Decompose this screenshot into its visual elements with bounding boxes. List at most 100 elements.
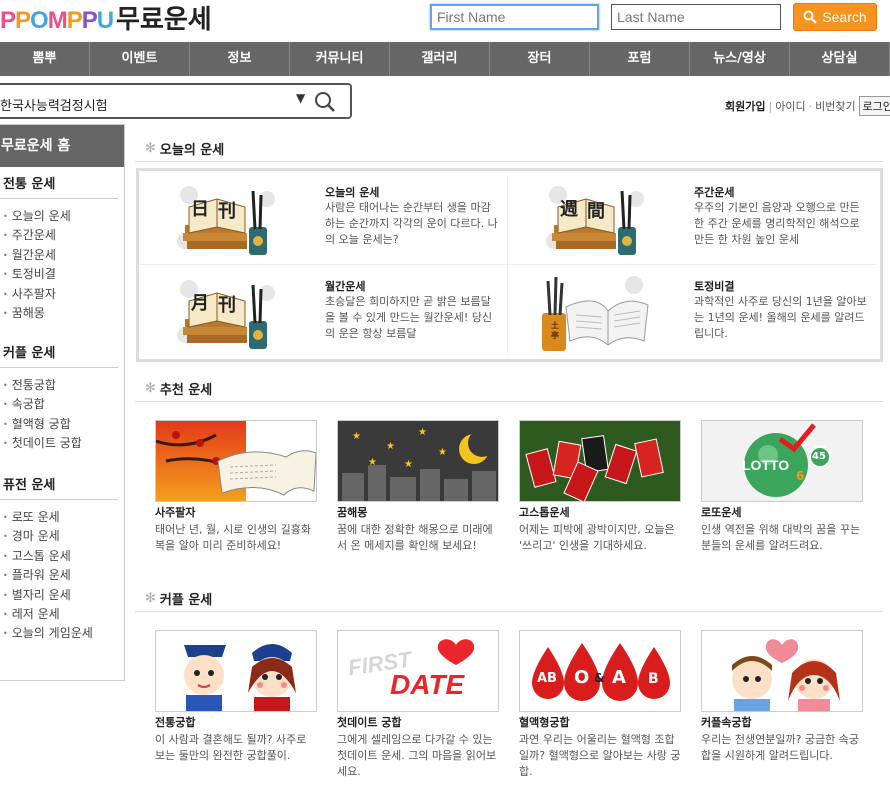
fortune-title[interactable]: 주간운세 [694,184,734,200]
traditional-couple-illustration [156,631,316,711]
blood-label-ab: AB [537,671,557,686]
char-2: 刊 [218,295,236,316]
card-title[interactable]: 첫데이트 궁합 [337,715,499,731]
nav-item-counsel[interactable]: 상담실 [790,42,890,76]
sidebar-item[interactable]: 고스톱 운세 [0,547,124,566]
fortune-desc: 과학적인 사주로 당신의 1년을 알아보는 1년의 운세! 올해의 운세를 알려… [694,295,867,340]
card-dream[interactable]: ★ ★ ★ ★ ★ ★ 꿈해몽 꿈에 대한 정확한 해몽으로 미래에서 온 메세지를 확인… [337,420,499,554]
nav-item-event[interactable]: 이벤트 [90,42,190,76]
first-date-thumbnail[interactable]: FIRST DATE [337,630,499,712]
join-link[interactable]: 회원가입 [725,98,765,114]
fortune-title[interactable]: 월간운세 [325,278,365,294]
lotto-number: 6 [796,469,805,483]
card-desc: 우리는 천생연분일까? 궁금한 속궁합을 시원하게 알려드립니다. [701,733,860,762]
search-button[interactable]: Search [793,3,877,31]
couple-match-thumbnail[interactable] [701,630,863,712]
sidebar-item[interactable]: 속궁합 [0,395,124,414]
fortune-item-weekly[interactable]: 週 間 주간운세 우주의 기본인 음양과 오행으로 만든 한 주간 운세를 명리… [508,171,877,265]
nav-item-news[interactable]: 뉴스/영상 [690,42,790,76]
fortune-title[interactable]: 토정비결 [694,278,734,294]
page-title[interactable]: 무료운세 [116,4,212,36]
card-couple-match[interactable]: 커플속궁합 우리는 천생연분일까? 궁금한 속궁합을 시원하게 알려드립니다. [701,630,863,764]
sidebar-item[interactable]: 주간운세 [0,226,124,245]
char-2: 亭 [551,331,559,340]
snowflake-icon: ✻ [145,141,156,156]
card-gostop[interactable]: 고스톱운세 어제는 피박에 광박이지만, 오늘은 '쓰리고' 인생을 기대하세요… [519,420,681,554]
fortune-desc: 초승달은 희미하지만 곧 밝은 보름달을 볼 수 있게 만드는 월간운세! 당신… [325,295,493,340]
nav-item-forum[interactable]: 포럼 [590,42,690,76]
lotto-thumbnail[interactable]: LOTTO 6 45 [701,420,863,502]
fortune-item-tojeong[interactable]: 土 亭 토정비결 과학적인 사주로 당신의 1년을 알아보는 1년의 운세! 올… [508,265,877,359]
blood-label-and: & [594,671,605,685]
section-header-recommend: ✻ 추천 운세 [135,376,883,402]
section-header-today: ✻ 오늘의 운세 [135,136,883,162]
sidebar-item[interactable]: 로또 운세 [0,508,124,527]
today-fortune-box: 日 刊 오늘의 운세 사람은 태어나는 순간부터 생을 마감하는 순간까지 각각… [136,168,883,362]
dream-thumbnail[interactable]: ★ ★ ★ ★ ★ ★ [337,420,499,502]
open-book-brush-illustration [542,276,649,351]
card-title[interactable]: 사주팔자 [155,505,317,521]
find-id-link[interactable]: 아이디 [775,98,805,114]
sidebar-item[interactable]: 첫데이트 궁합 [0,434,124,453]
first-name-input[interactable] [430,4,599,30]
card-title[interactable]: 혈액형궁합 [519,715,681,731]
date-text: DATE [390,669,465,700]
sidebar-item[interactable]: 오늘의 운세 [0,207,124,226]
svg-text:★: ★ [438,447,447,458]
dropdown-arrow-icon[interactable]: ▼ [296,91,305,105]
nav-item-market[interactable]: 장터 [490,42,590,76]
card-lotto[interactable]: LOTTO 6 45 로또운세 인생 역전을 위해 대박의 꿈을 꾸는 분들의 … [701,420,863,554]
sidebar-section-title: 퓨전 운세 [0,473,118,500]
card-title[interactable]: 전통궁합 [155,715,317,731]
saju-thumbnail[interactable] [155,420,317,502]
login-button[interactable]: 로그인 [858,96,890,116]
member-links: 회원가입 | 아이디 · 비번찾기 로그인 [725,96,890,116]
fortune-title[interactable]: 오늘의 운세 [325,184,379,200]
fortune-item-daily[interactable]: 日 刊 오늘의 운세 사람은 태어나는 순간부터 생을 마감하는 순간까지 각각… [139,171,508,265]
sidebar-home[interactable]: 무료운세 홈 [0,125,124,167]
ppomppu-logo[interactable]: PPOMPPU [0,6,115,36]
sidebar-item[interactable]: 월간운세 [0,246,124,265]
blood-label-o: O [574,667,590,688]
card-title[interactable]: 로또운세 [701,505,863,521]
sidebar-section-fusion: 퓨전 운세 로또 운세 경마 운세 고스톱 운세 플라워 운세 별자리 운세 레… [0,473,124,644]
card-first-date[interactable]: FIRST DATE 첫데이트 궁합 그에게 셀레임으로 다가갈 수 있는 첫데… [337,630,499,780]
card-desc: 꿈에 대한 정확한 해몽으로 미래에서 온 메세지를 확인해 보세요! [337,523,493,552]
find-password-link[interactable]: 비번찾기 [815,98,855,114]
nav-item-community[interactable]: 커뮤니티 [290,42,390,76]
sidebar-item[interactable]: 별자리 운세 [0,586,124,605]
nav-item-ppomppu[interactable]: 뽐뿌 [0,42,90,76]
sidebar-item[interactable]: 경마 운세 [0,527,124,546]
sidebar-item[interactable]: 전통궁합 [0,376,124,395]
sidebar-item[interactable]: 혈액형 궁합 [0,415,124,434]
sidebar-section-couple: 커플 운세 전통궁합 속궁합 혈액형 궁합 첫데이트 궁합 [0,341,124,454]
section-title: 추천 운세 [159,383,213,398]
saju-illustration [156,421,316,501]
card-title[interactable]: 꿈해몽 [337,505,499,521]
card-title[interactable]: 커플속궁합 [701,715,863,731]
card-desc: 과연 우리는 어울리는 혈액형 조합일까? 혈액형으로 알아보는 사랑 궁합. [519,733,681,778]
card-traditional-match[interactable]: 전통궁합 이 사람과 결혼해도 될까? 사주로 보는 둘만의 완전한 궁합풀이. [155,630,317,764]
sidebar-item[interactable]: 사주팔자 [0,285,124,304]
couple-illustration [702,631,862,711]
sidebar-item[interactable]: 토정비결 [0,265,124,284]
last-name-input[interactable] [611,4,781,30]
site-search-box[interactable]: 한국사능력검정시험 ▼ [0,83,352,119]
site-search-input[interactable]: 한국사능력검정시험 [0,95,108,114]
traditional-match-thumbnail[interactable] [155,630,317,712]
snowflake-icon: ✻ [145,591,156,606]
nav-item-gallery[interactable]: 갤러리 [390,42,490,76]
sidebar-item[interactable]: 꿈해몽 [0,304,124,323]
card-desc: 이 사람과 결혼해도 될까? 사주로 보는 둘만의 완전한 궁합풀이. [155,733,307,762]
nav-item-info[interactable]: 정보 [190,42,290,76]
gostop-thumbnail[interactable] [519,420,681,502]
card-saju[interactable]: 사주팔자 태어난 년, 월, 시로 인생의 길흉화복을 알아 미리 준비하세요! [155,420,317,554]
sidebar-item[interactable]: 오늘의 게임운세 [0,624,124,643]
card-blood-type[interactable]: AB O & A B 혈액형궁합 과연 우리는 어울리는 혈액형 조합일까? 혈… [519,630,681,780]
sidebar-item[interactable]: 플라워 운세 [0,566,124,585]
card-title[interactable]: 고스톱운세 [519,505,681,521]
sidebar-item[interactable]: 레저 운세 [0,605,124,624]
search-icon[interactable] [314,91,336,113]
blood-type-thumbnail[interactable]: AB O & A B [519,630,681,712]
fortune-item-monthly[interactable]: 月 刊 월간운세 초승달은 희미하지만 곧 밝은 보름달을 볼 수 있게 만드는… [139,265,508,359]
